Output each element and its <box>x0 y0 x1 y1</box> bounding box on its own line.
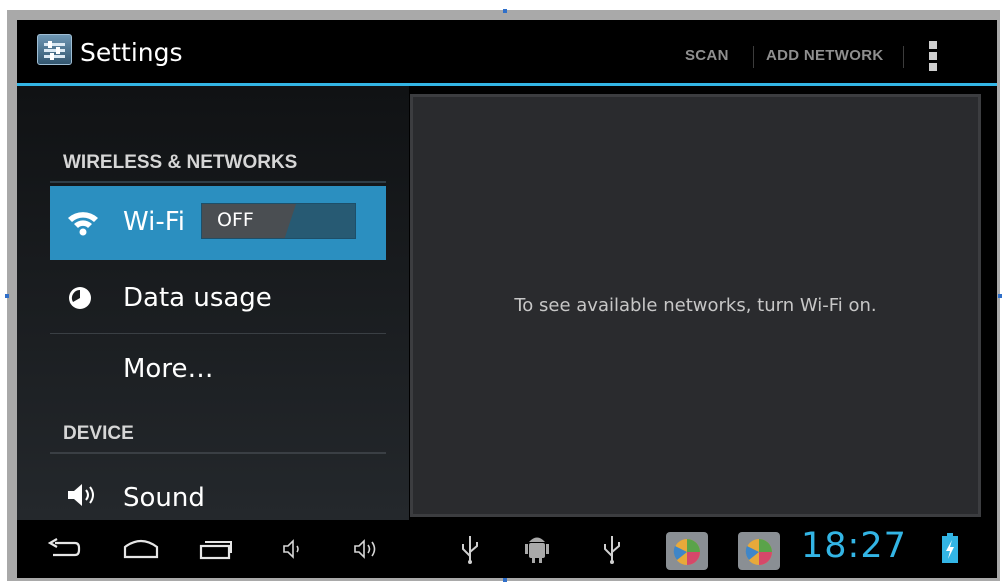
toggle-state-label: OFF <box>217 209 254 231</box>
settings-item-sound[interactable]: Sound <box>50 458 386 520</box>
category-wireless-networks: WIRELESS & NETWORKS <box>63 152 298 173</box>
action-separator <box>753 46 754 68</box>
category-divider <box>50 452 386 454</box>
data-usage-icon <box>69 287 91 309</box>
toggle-knob: OFF <box>202 204 296 238</box>
data-usage-label: Data usage <box>123 283 272 313</box>
selection-handle <box>503 9 507 13</box>
recent-apps-icon[interactable] <box>199 538 233 560</box>
category-device: DEVICE <box>63 423 134 444</box>
item-divider <box>50 333 386 334</box>
selection-handle <box>5 294 9 298</box>
battery-charging-icon[interactable] <box>941 532 959 564</box>
wifi-icon <box>68 212 98 236</box>
settings-item-data-usage[interactable]: Data usage <box>50 262 386 332</box>
usb-icon <box>604 536 620 564</box>
settings-app-icon[interactable] <box>37 34 72 65</box>
home-icon[interactable] <box>122 537 160 559</box>
empty-state-message: To see available networks, turn Wi-Fi on… <box>514 295 877 316</box>
add-network-button[interactable]: ADD NETWORK <box>766 48 883 63</box>
usb-icon <box>462 536 478 564</box>
wifi-networks-pane: To see available networks, turn Wi-Fi on… <box>410 94 981 517</box>
overflow-menu-icon[interactable] <box>929 41 937 75</box>
selection-handle <box>503 578 507 582</box>
more-label: More… <box>123 354 214 384</box>
sound-label: Sound <box>123 483 205 513</box>
clock[interactable]: 18:27 <box>801 529 907 564</box>
app-store-icon <box>738 532 780 570</box>
device-screen: Settings SCAN ADD NETWORK WIRELESS & NET… <box>17 20 997 578</box>
action-separator <box>903 46 904 68</box>
speaker-icon <box>68 484 94 506</box>
wifi-toggle-switch[interactable]: OFF <box>201 203 356 239</box>
emulator-frame: Settings SCAN ADD NETWORK WIRELESS & NET… <box>7 10 1000 581</box>
app-store-icon <box>666 532 708 570</box>
system-bar: 18:27 <box>17 520 997 578</box>
page-title: Settings <box>80 38 183 67</box>
action-bar: Settings SCAN ADD NETWORK <box>17 20 997 83</box>
settings-item-more[interactable]: More… <box>50 335 386 403</box>
selection-handle <box>998 294 1002 298</box>
wifi-label: Wi-Fi <box>123 207 186 237</box>
volume-up-icon[interactable] <box>353 538 383 560</box>
back-icon[interactable] <box>47 538 81 560</box>
scan-button[interactable]: SCAN <box>685 48 729 63</box>
android-debug-icon <box>525 537 549 563</box>
settings-list: WIRELESS & NETWORKS Wi-Fi OFF Data usage… <box>17 86 409 520</box>
volume-down-icon[interactable] <box>282 539 304 559</box>
category-divider <box>50 181 386 183</box>
